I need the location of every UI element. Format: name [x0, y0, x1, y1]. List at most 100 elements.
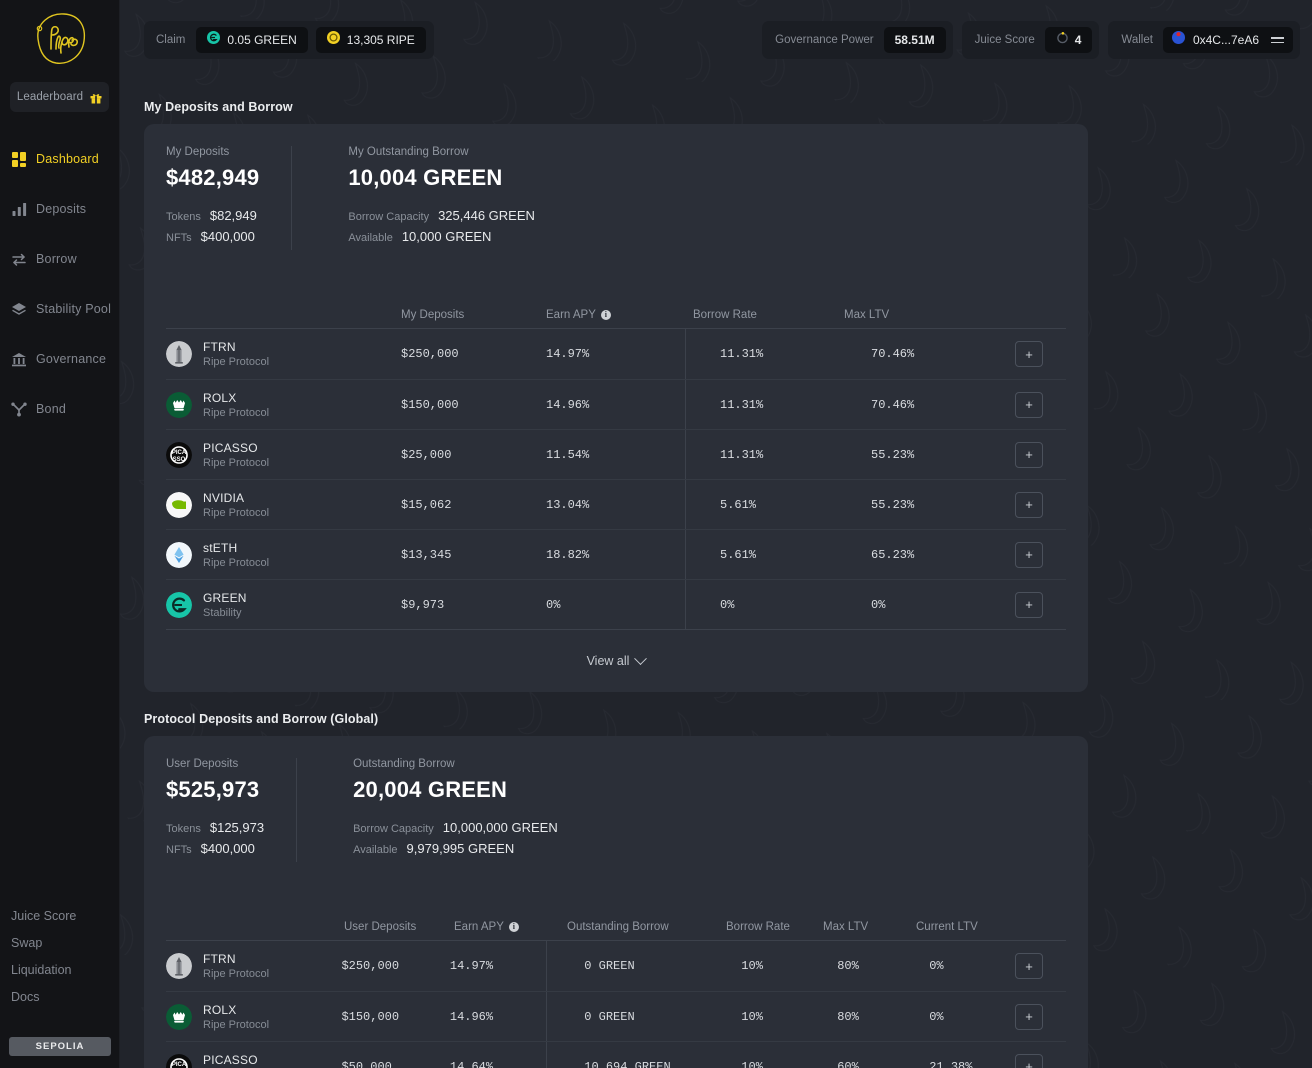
claim-pill-ripe[interactable]: 13,305 RIPE [315, 27, 426, 53]
app-root: Leaderboard Dashboard Deposits Borrow St… [0, 0, 1312, 1068]
topbar: Claim 0.05 GREEN 13,305 RIPE Governance … [120, 0, 1312, 80]
table-row[interactable]: PICA SSO PICASSO Ripe Protocol $25,000 1… [166, 429, 1066, 479]
info-icon[interactable]: i [600, 310, 611, 320]
table-row[interactable]: FTRN Ripe Protocol $250,000 14.97% 11.31… [166, 329, 1066, 379]
cell-borrow-rate: 10% [741, 959, 763, 973]
juice-score-group: Juice Score 4 [961, 21, 1100, 59]
svg-text:PICA: PICA [172, 450, 187, 456]
cell-max-ltv: 0% [871, 597, 886, 612]
add-position-button[interactable]: + [1015, 391, 1043, 418]
claim-pill-green[interactable]: 0.05 GREEN [196, 27, 308, 53]
sidebar-item-borrow[interactable]: Borrow [0, 234, 119, 284]
token-text: NVIDIA Ripe Protocol [203, 491, 269, 519]
ftrn-token-icon [166, 341, 192, 367]
add-position-button[interactable]: + [1014, 953, 1043, 979]
cell-earn-apy: 0% [546, 597, 561, 612]
breakdown-value: $125,973 [209, 820, 265, 835]
cell-outstanding-borrow: 0 GREEN [584, 959, 635, 973]
sidebar-nav: Dashboard Deposits Borrow Stability Pool… [0, 134, 119, 434]
cell-borrow-rate: 11.31% [720, 447, 764, 462]
cell-current-ltv: 21.38% [929, 1059, 973, 1068]
token-text: GREEN Stability [203, 591, 247, 619]
add-position-button[interactable]: + [1014, 1003, 1043, 1030]
hamburger-icon[interactable] [1271, 37, 1284, 43]
col-earn-apy-label: Earn APY [454, 921, 504, 933]
breakdown-row: Tokens $125,973 [166, 820, 264, 835]
token-cell: GREEN Stability [166, 591, 401, 619]
dashboard-content: My Deposits and Borrow My Deposits $482,… [120, 100, 1312, 1068]
sidebar: Leaderboard Dashboard Deposits Borrow St… [0, 0, 120, 1068]
network-badge[interactable]: SEPOLIA [9, 1037, 111, 1056]
sidebar-item-stability-pool[interactable]: Stability Pool [0, 284, 119, 334]
add-position-button[interactable]: + [1015, 591, 1043, 618]
governance-power-value-box[interactable]: 58.51M [883, 27, 946, 53]
table-row[interactable]: FTRN Ripe Protocol $250,000 14.97% 0 GRE… [166, 941, 1066, 991]
sidebar-item-dashboard[interactable]: Dashboard [0, 134, 119, 184]
sidebar-link-swap[interactable]: Swap [0, 929, 120, 956]
juice-score-value-box[interactable]: 4 [1044, 27, 1093, 53]
add-position-button[interactable]: + [1015, 541, 1043, 568]
token-cell: NVIDIA Ripe Protocol [166, 491, 401, 519]
token-cell: FTRN Ripe Protocol [166, 340, 401, 368]
sidebar-link-label: Docs [11, 989, 40, 1004]
breakdown-row: Available 9,979,995 GREEN [353, 841, 558, 856]
leaderboard-button[interactable]: Leaderboard [10, 82, 109, 112]
view-all-button[interactable]: View all [166, 630, 1066, 692]
juice-score-label: Juice Score [974, 34, 1035, 46]
col-borrow-rate: Borrow Rate [726, 921, 790, 933]
add-position-button[interactable]: + [1015, 341, 1043, 367]
token-name: FTRN [203, 340, 236, 354]
table-row[interactable]: ROLX Ripe Protocol $150,000 14.96% 11.31… [166, 379, 1066, 429]
my-borrow-total: 10,004 GREEN [348, 165, 503, 190]
svg-text:PICA: PICA [172, 1062, 187, 1068]
wallet-address: 0x4C...7eA6 [1192, 33, 1259, 47]
col-earn-apy: Earn APY i [546, 309, 693, 321]
add-position-button[interactable]: + [1014, 1053, 1043, 1068]
add-position-button[interactable]: + [1015, 441, 1043, 468]
token-protocol: Ripe Protocol [203, 1018, 270, 1031]
table-row[interactable]: ROLX Ripe Protocol $150,000 14.96% 0 GRE… [166, 991, 1066, 1041]
wallet-address-box[interactable]: 0x4C...7eA6 [1162, 27, 1293, 53]
sidebar-link-juice-score[interactable]: Juice Score [0, 902, 120, 929]
steth-token-icon [166, 541, 192, 568]
sidebar-item-deposits[interactable]: Deposits [0, 184, 119, 234]
table-row[interactable]: stETH Ripe Protocol $13,345 18.82% 5.61%… [166, 529, 1066, 579]
brand-logo[interactable] [0, 0, 119, 78]
token-name: PICASSO [203, 1052, 258, 1067]
svg-text:SSO: SSO [173, 457, 186, 463]
breakdown-row: Available 10,000 GREEN [348, 229, 535, 244]
network-badge-wrap: SEPOLIA [0, 1037, 120, 1056]
sidebar-bottom-links: Juice Score Swap Liquidation Docs [0, 902, 120, 1010]
sidebar-link-docs[interactable]: Docs [0, 983, 120, 1010]
token-name: stETH [203, 540, 238, 555]
transfer-arrows-icon [11, 251, 27, 267]
row-action-wrap: + [1014, 1053, 1066, 1068]
sidebar-link-liquidation[interactable]: Liquidation [0, 956, 120, 983]
info-icon[interactable]: i [508, 922, 519, 932]
breakdown-value: $400,000 [200, 841, 255, 856]
table-row[interactable]: NVIDIA Ripe Protocol $15,062 13.04% 5.61… [166, 479, 1066, 529]
add-position-button[interactable]: + [1015, 491, 1043, 518]
juice-ring-icon [1056, 31, 1069, 49]
sidebar-item-governance[interactable]: Governance [0, 334, 119, 384]
token-cell: ROLX Ripe Protocol [166, 391, 401, 419]
cell-user-deposits: $50,000 [341, 1059, 392, 1068]
col-borrow-rate: Borrow Rate [693, 309, 757, 321]
green-token-icon [166, 591, 192, 618]
sidebar-link-label: Juice Score [11, 908, 77, 923]
sidebar-item-bond[interactable]: Bond [0, 384, 119, 434]
token-protocol: Ripe Protocol [203, 506, 270, 519]
token-text: stETH Ripe Protocol [203, 541, 269, 569]
my-borrow-summary: My Outstanding Borrow 10,004 GREEN Borro… [291, 146, 567, 250]
protocol-table-header-row: User Deposits Earn APY i Outstanding Bor… [166, 914, 1066, 940]
token-cell: stETH Ripe Protocol [166, 541, 401, 569]
protocol-deposits-breakdown: Tokens $125,973 NFTs $400,000 [166, 820, 264, 856]
cell-current-ltv: 0% [929, 1009, 944, 1024]
cell-borrow-rate: 5.61% [720, 547, 757, 562]
table-row[interactable]: PICA SSO PICASSO Ripe Protocol $50,000 [166, 1041, 1066, 1068]
col-earn-apy: Earn APY i [454, 921, 567, 933]
token-protocol: Stability [203, 606, 242, 619]
my-borrow-breakdown: Borrow Capacity 325,446 GREEN Available … [348, 208, 535, 244]
table-row[interactable]: GREEN Stability $9,973 0% 0% 0% + [166, 579, 1066, 629]
cell-borrow-rate: 11.31% [720, 347, 764, 361]
